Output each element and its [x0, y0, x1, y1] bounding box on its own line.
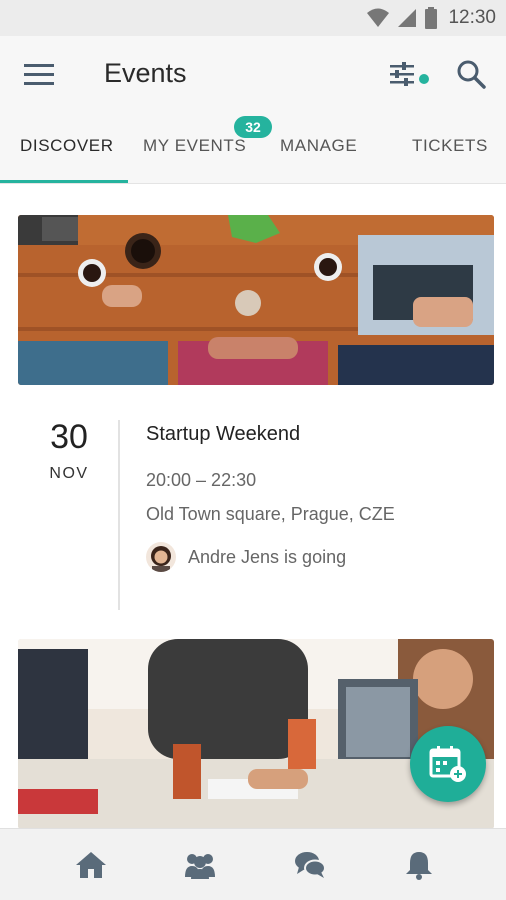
tab-bar: DISCOVER MY EVENTS 32 MANAGE TICKETS: [0, 116, 506, 184]
event-day: 30: [50, 418, 88, 456]
event-title[interactable]: Startup Weekend: [146, 423, 300, 446]
date-divider: [118, 420, 120, 610]
add-event-fab[interactable]: [410, 726, 486, 802]
bell-icon[interactable]: [402, 849, 436, 881]
hamburger-menu-icon[interactable]: [22, 58, 56, 92]
event-cover-image[interactable]: [18, 215, 494, 385]
bottom-navigation: [0, 828, 506, 900]
wifi-icon: [367, 8, 390, 27]
home-icon[interactable]: [74, 849, 108, 881]
search-icon[interactable]: [455, 58, 487, 90]
event-time: 20:00 – 22:30: [146, 470, 257, 490]
tab-manage[interactable]: MANAGE: [280, 136, 357, 156]
signal-icon: [398, 9, 417, 27]
tab-tickets[interactable]: TICKETS: [412, 136, 488, 156]
people-icon[interactable]: [183, 849, 217, 881]
attendee-avatar: [146, 542, 176, 572]
add-calendar-icon: [429, 746, 466, 782]
event-location: Old Town square, Prague, CZE: [146, 504, 395, 524]
event-month: NOV: [49, 465, 89, 482]
tab-my-events[interactable]: MY EVENTS: [143, 136, 246, 156]
chat-icon[interactable]: [293, 849, 327, 881]
my-events-count-badge: 32: [234, 116, 272, 138]
battery-icon: [425, 7, 438, 29]
filter-sliders-icon[interactable]: [388, 60, 432, 90]
attendee-row[interactable]: Andre Jens is going: [146, 542, 346, 572]
active-tab-indicator: [0, 180, 128, 183]
tab-discover[interactable]: DISCOVER: [20, 136, 114, 156]
status-bar: 12:30: [0, 0, 506, 36]
event-photo-table: [18, 215, 494, 385]
event-cover-image-2[interactable]: [18, 639, 494, 828]
status-time: 12:30: [448, 7, 496, 28]
attendee-text: Andre Jens is going: [188, 546, 347, 567]
event-photo-meeting: [18, 639, 494, 828]
page-title: Events: [104, 58, 187, 88]
app-bar: Events: [0, 36, 506, 116]
